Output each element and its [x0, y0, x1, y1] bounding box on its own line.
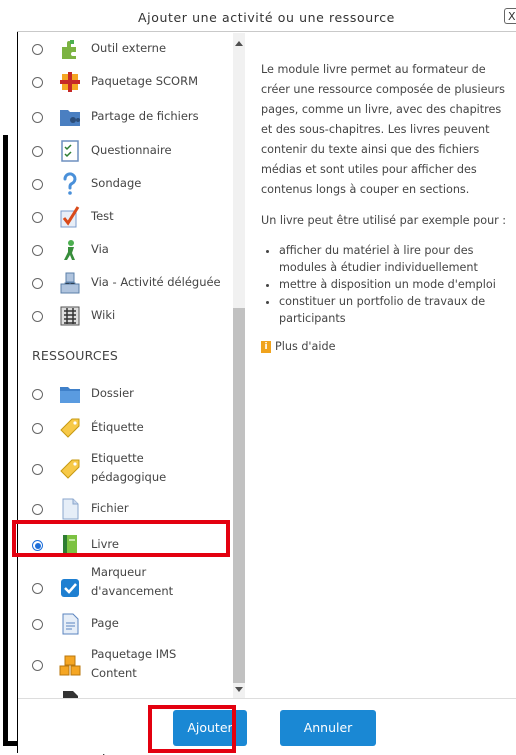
description-bullet: constituer un portfolio de travaux de pa…: [279, 293, 513, 327]
highlight-add-button: [148, 705, 236, 753]
scorm-package-icon: [60, 72, 80, 92]
close-button[interactable]: X: [504, 8, 516, 24]
list-item-questionnaire[interactable]: Questionnaire: [18, 138, 233, 164]
radio-partage-fichiers[interactable]: [32, 112, 43, 123]
list-item-partial: [18, 691, 233, 698]
radio-questionnaire[interactable]: [32, 146, 43, 157]
scroll-thumb[interactable]: [233, 308, 245, 683]
list-item-label: Wiki: [91, 308, 116, 322]
list-item-label: Via: [91, 242, 109, 256]
list-item-label: Etiquette pédagogique: [91, 451, 167, 484]
list-item-label: Via - Activité déléguée: [91, 275, 221, 289]
list-item-via-activite-deleguee[interactable]: Via - Activité déléguée: [18, 270, 233, 296]
radio-etiquette[interactable]: [32, 423, 43, 434]
list-item-partage-fichiers[interactable]: Partage de fichiers: [18, 104, 233, 130]
list-item-label: Paquetage SCORM: [91, 74, 199, 88]
list-item-sondage[interactable]: Sondage: [18, 171, 233, 197]
list-item-marqueur-avancement[interactable]: Marqueur d'avancement: [18, 565, 233, 608]
list-item-label: Étiquette: [91, 420, 144, 434]
list-item-dossier[interactable]: Dossier: [18, 381, 233, 407]
list-item-test[interactable]: Test: [18, 204, 233, 230]
via-delegated-icon: [60, 272, 80, 294]
list-item-page[interactable]: Page: [18, 611, 233, 637]
scroll-up-arrow-icon[interactable]: [235, 41, 243, 46]
list-item-etiquette-pedagogique[interactable]: Etiquette pédagogique: [18, 449, 233, 489]
list-item-label: Questionnaire: [91, 143, 172, 157]
description-list: afficher du matériel à lire pour des mod…: [261, 242, 513, 327]
list-item-wiki[interactable]: Wiki: [18, 303, 233, 329]
list-item-label: Sondage: [91, 176, 142, 190]
radio-page[interactable]: [32, 619, 43, 630]
cancel-button[interactable]: Annuler: [280, 710, 376, 746]
radio-sondage[interactable]: [32, 179, 43, 190]
radio-outil-externe[interactable]: [32, 44, 43, 55]
page-icon: [62, 613, 79, 635]
radio-via-activite-deleguee[interactable]: [32, 278, 43, 289]
description-bullet: mettre à disposition un mode d'emploi: [279, 276, 513, 293]
file-icon: [62, 498, 79, 520]
list-item-fichier[interactable]: Fichier: [18, 496, 233, 522]
radio-dossier[interactable]: [32, 389, 43, 400]
checkmark-test-icon: [60, 206, 80, 228]
list-item-label: Dossier: [91, 386, 134, 400]
description-paragraph: Le module livre permet au formateur de c…: [261, 63, 505, 196]
list-item-label: Test: [91, 209, 114, 223]
radio-wiki[interactable]: [32, 311, 43, 322]
highlight-livre: [12, 520, 230, 557]
description-bullet: afficher du matériel à lire pour des mod…: [279, 242, 513, 276]
dialog-footer: Ajouter Annuler: [18, 698, 516, 754]
section-heading-ressources: RESSOURCES: [32, 348, 119, 363]
radio-paquetage-ims[interactable]: [32, 660, 43, 671]
list-item-outil-externe[interactable]: Outil externe: [18, 36, 233, 62]
list-item-label: Fichier: [91, 501, 129, 515]
list-item-label: Page: [91, 616, 119, 630]
list-scrollbar[interactable]: [233, 33, 245, 698]
ims-package-icon: [59, 655, 81, 676]
scroll-down-arrow-icon[interactable]: [235, 687, 243, 692]
radio-marqueur-avancement[interactable]: [32, 583, 43, 594]
help-link[interactable]: i Plus d'aide: [261, 337, 513, 357]
list-item-label: Partage de fichiers: [91, 109, 199, 123]
radio-test[interactable]: [32, 212, 43, 223]
file-icon: [63, 691, 78, 698]
module-description: Le module livre permet au formateur de c…: [261, 60, 513, 357]
list-item-paquetage-scorm[interactable]: Paquetage SCORM: [18, 69, 233, 95]
list-item-label: Paquetage IMS Content: [91, 647, 177, 680]
annotation-arrow-line: [3, 135, 8, 746]
module-list: Outil externe Paquetage SCORM Partage de…: [18, 33, 233, 698]
checkbox-icon: [61, 579, 79, 597]
list-item-label: Outil externe: [91, 41, 167, 55]
list-item-paquetage-ims[interactable]: Paquetage IMS Content: [18, 645, 233, 685]
tag-icon: [60, 459, 80, 479]
description-paragraph: Un livre peut être utilisé par exemple p…: [261, 214, 507, 227]
wiki-icon: [60, 306, 80, 326]
radio-etiquette-pedagogique[interactable]: [32, 464, 43, 475]
dialog-title-bar: Ajouter une activité ou une ressource X: [17, 3, 516, 32]
radio-fichier[interactable]: [32, 504, 43, 515]
puzzle-icon: [62, 40, 76, 59]
via-icon: [64, 240, 75, 260]
list-item-etiquette[interactable]: Étiquette: [18, 415, 233, 441]
dialog-title: Ajouter une activité ou une ressource: [138, 10, 395, 25]
info-icon: i: [261, 341, 271, 353]
help-link-label: Plus d'aide: [275, 340, 336, 353]
file-share-folder-icon: [60, 110, 80, 126]
folder-icon: [60, 387, 80, 403]
radio-paquetage-scorm[interactable]: [32, 77, 43, 88]
question-mark-icon: [63, 172, 77, 195]
tag-icon: [60, 418, 80, 438]
questionnaire-icon: [61, 140, 79, 162]
radio-via[interactable]: [32, 245, 43, 256]
list-item-label: Marqueur d'avancement: [91, 565, 174, 598]
list-item-via[interactable]: Via: [18, 237, 233, 263]
